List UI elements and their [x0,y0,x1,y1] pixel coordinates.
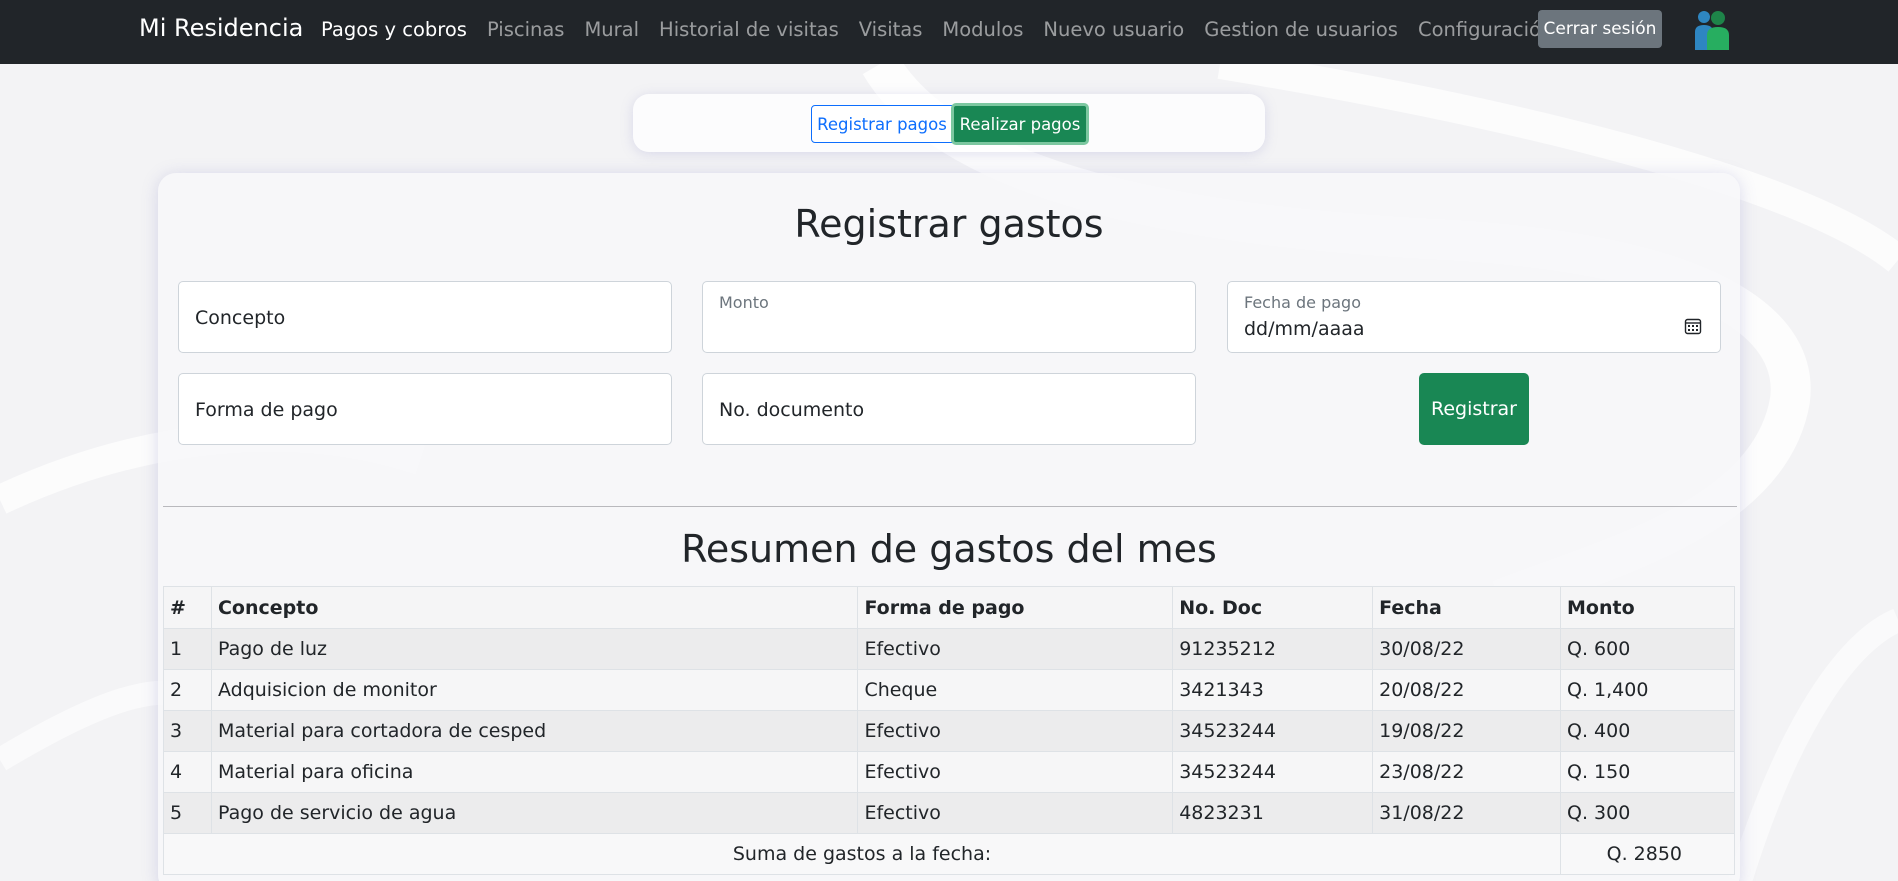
nav-links: Pagos y cobros Piscinas Mural Historial … [321,18,1573,41]
nav-item-configuracion[interactable]: Configuración [1418,18,1553,41]
fecha-label: Fecha de pago [1244,293,1361,312]
table-cell: Q. 600 [1560,628,1735,670]
table-cell: 19/08/22 [1372,710,1562,752]
fecha-value: dd/mm/aaaa [1244,318,1365,340]
nav-item-gestion-de-usuarios[interactable]: Gestion de usuarios [1204,18,1398,41]
no-documento-placeholder: No. documento [719,399,865,421]
forma-de-pago-placeholder: Forma de pago [195,399,338,421]
monto-field[interactable]: Monto [702,281,1196,353]
calendar-icon[interactable] [1684,317,1702,335]
registrar-pagos-button[interactable]: Registrar pagos [811,105,953,143]
table-cell: Q. 150 [1560,751,1735,793]
registrar-button[interactable]: Registrar [1419,373,1529,445]
table-cell: 3421343 [1172,669,1374,711]
table-cell: 4823231 [1172,792,1374,834]
table-cell: Q. 400 [1560,710,1735,752]
table-cell: Pago de servicio de agua [210,792,859,834]
table-cell: 5 [163,792,212,834]
column-header[interactable]: Concepto [210,586,859,629]
table-cell: 4 [163,751,212,793]
table-cell: 34523244 [1172,710,1374,752]
table-cell: Q. 300 [1560,792,1735,834]
table-cell: 91235212 [1172,628,1374,670]
column-header[interactable]: Forma de pago [857,586,1174,629]
expenses-table: # Concepto Forma de pago No. Doc Fecha M… [162,586,1735,875]
logout-button[interactable]: Cerrar sesión [1538,10,1662,48]
forma-de-pago-field[interactable]: Forma de pago [178,373,672,445]
table-cell: Q. 1,400 [1560,669,1735,711]
realizar-pagos-button[interactable]: Realizar pagos [951,103,1089,145]
table-cell: 30/08/22 [1372,628,1562,670]
no-documento-field[interactable]: No. documento [702,373,1196,445]
concepto-field[interactable]: Concepto [178,281,672,353]
fecha-de-pago-field[interactable]: Fecha de pago dd/mm/aaaa [1227,281,1721,353]
table-cell: Efectivo [857,628,1174,670]
column-header[interactable]: Fecha [1372,586,1562,629]
nav-item-visitas[interactable]: Visitas [859,18,923,41]
column-header[interactable]: Monto [1560,586,1735,629]
column-header[interactable]: No. Doc [1172,586,1374,629]
table-cell: Material para oficina [210,751,859,793]
nav-item-modulos[interactable]: Modulos [942,18,1023,41]
nav-item-piscinas[interactable]: Piscinas [487,18,565,41]
column-header[interactable]: # [163,586,212,629]
nav-item-historial-de-visitas[interactable]: Historial de visitas [659,18,839,41]
top-navbar: Mi Residencia Pagos y cobros Piscinas Mu… [0,0,1898,64]
table-cell: Efectivo [857,751,1174,793]
table-cell: 34523244 [1172,751,1374,793]
form-title: Registrar gastos [794,202,1104,246]
section-divider [163,506,1737,507]
total-row: Suma de gastos a la fecha: Q. 2850 [162,833,1735,875]
user-group-icon[interactable] [1693,8,1733,50]
table-cell: Efectivo [857,710,1174,752]
nav-item-pagos-y-cobros[interactable]: Pagos y cobros [321,18,467,41]
table-cell: Cheque [857,669,1174,711]
table-row: 5 Pago de servicio de agua Efectivo 4823… [163,792,1735,834]
table-header-row: # Concepto Forma de pago No. Doc Fecha M… [163,586,1735,629]
nav-item-mural[interactable]: Mural [584,18,639,41]
table-cell: 20/08/22 [1372,669,1562,711]
summary-title: Resumen de gastos del mes [681,527,1217,571]
monto-label: Monto [719,293,769,312]
table-cell: Material para cortadora de cesped [210,710,859,752]
table-cell: Efectivo [857,792,1174,834]
table-cell: 31/08/22 [1372,792,1562,834]
table-row: 4 Material para oficina Efectivo 3452324… [163,751,1735,793]
total-value: Q. 2850 [1560,833,1735,875]
brand-title[interactable]: Mi Residencia [139,14,303,42]
table-cell: 3 [163,710,212,752]
nav-item-nuevo-usuario[interactable]: Nuevo usuario [1043,18,1184,41]
concepto-placeholder: Concepto [195,307,286,329]
table-cell: 23/08/22 [1372,751,1562,793]
total-label: Suma de gastos a la fecha: [162,833,1562,875]
table-cell: Pago de luz [210,628,859,670]
table-cell: Adquisicion de monitor [210,669,859,711]
table-cell: 2 [163,669,212,711]
table-row: 1 Pago de luz Efectivo 91235212 30/08/22… [163,628,1735,670]
table-row: 3 Material para cortadora de cesped Efec… [163,710,1735,752]
table-row: 2 Adquisicion de monitor Cheque 3421343 … [163,669,1735,711]
table-cell: 1 [163,628,212,670]
